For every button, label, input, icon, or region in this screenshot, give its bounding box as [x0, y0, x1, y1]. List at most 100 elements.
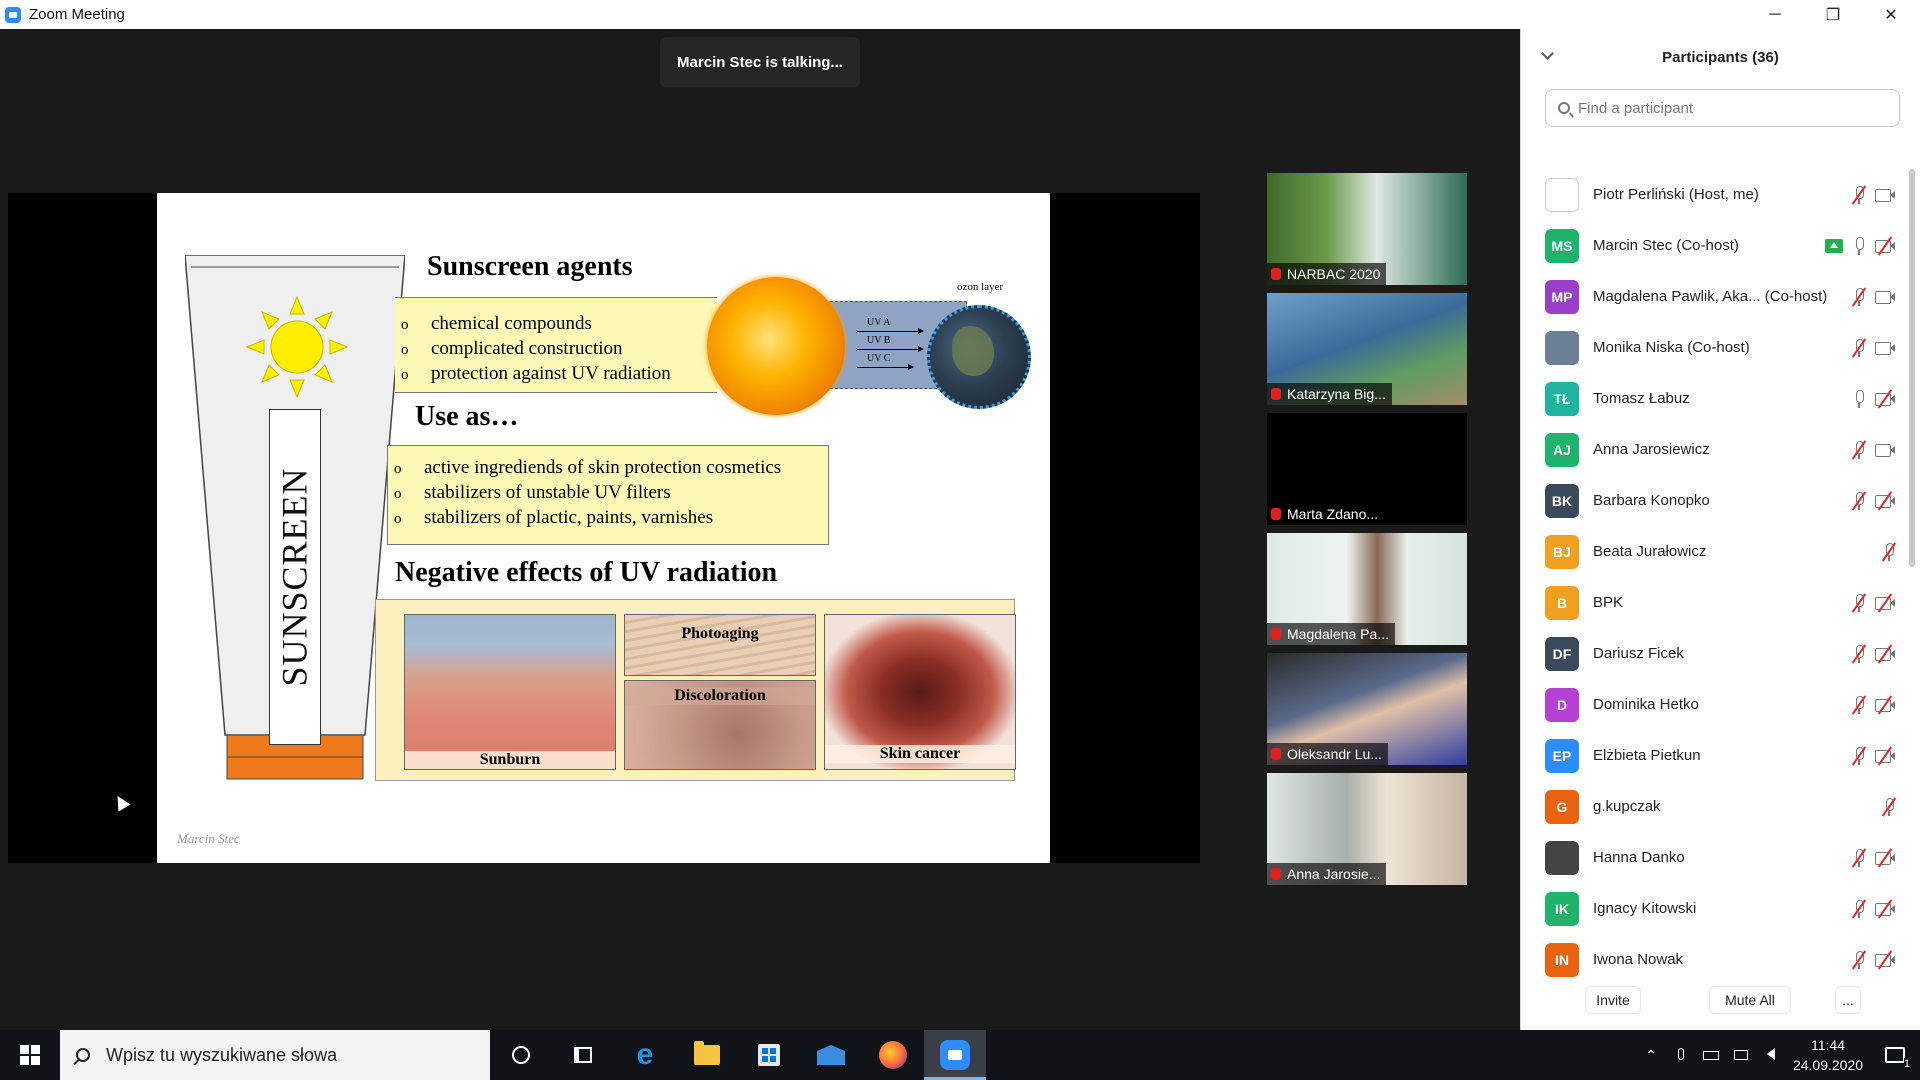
participant-row[interactable]: IK Ignacy Kitowski	[1521, 883, 1907, 934]
minimize-button[interactable]: ─	[1746, 0, 1804, 29]
notification-center-button[interactable]: 1	[1870, 1030, 1920, 1080]
uv-c-label: UV C	[867, 353, 891, 364]
muted-microphone-icon[interactable]	[1851, 439, 1867, 460]
muted-microphone-icon[interactable]	[1851, 490, 1867, 511]
mute-all-button[interactable]: Mute All	[1709, 986, 1791, 1014]
muted-microphone-icon[interactable]	[1851, 847, 1867, 868]
participant-row[interactable]: D Dominika Hetko	[1521, 679, 1907, 730]
edge-button[interactable]: e	[614, 1030, 676, 1080]
muted-microphone-icon[interactable]	[1851, 286, 1867, 307]
author-signature: Marcin Stec	[177, 831, 240, 846]
participant-status-icons	[1851, 577, 1895, 628]
uv-arrow	[857, 328, 924, 334]
clock[interactable]: 11:44 24.09.2020	[1786, 1035, 1870, 1075]
video-thumbnail[interactable]: Marta Zdano...	[1267, 413, 1467, 525]
participant-name: Magdalena Pawlik, Aka... (Co-host)	[1593, 288, 1828, 305]
firefox-button[interactable]	[862, 1030, 924, 1080]
muted-microphone-icon[interactable]	[1851, 949, 1867, 970]
muted-microphone-icon[interactable]	[1851, 694, 1867, 715]
negative-effects-box: Sunburn Photoaging Discoloration Skin ca…	[375, 599, 1016, 781]
file-explorer-button[interactable]	[676, 1030, 738, 1080]
participant-row[interactable]: AJ Anna Jarosiewicz	[1521, 424, 1907, 475]
microphone-icon[interactable]	[1853, 389, 1865, 408]
participant-search-input[interactable]	[1578, 99, 1878, 117]
thumbnail-name-tag: Oleksandr Lu...	[1267, 743, 1388, 765]
muted-microphone-icon[interactable]	[1881, 796, 1897, 817]
heading-sunscreen-agents: Sunscreen agents	[427, 251, 633, 282]
muted-microphone-icon[interactable]	[1851, 337, 1867, 358]
taskbar-search-placeholder: Wpisz tu wyszukiwane słowa	[106, 1044, 338, 1065]
cortana-icon	[512, 1046, 530, 1064]
screen-share-view[interactable]: SUNSCREEN Sunscreen agents chemical comp…	[8, 193, 1200, 863]
video-off-icon	[1875, 949, 1895, 970]
cortana-button[interactable]	[490, 1030, 552, 1080]
task-view-button[interactable]	[552, 1030, 614, 1080]
muted-mic-icon	[1271, 268, 1281, 280]
participant-name: Tomasz Łabuz	[1593, 390, 1690, 407]
zoom-taskbar-button[interactable]	[924, 1030, 986, 1080]
thumbnail-name: Magdalena Pa...	[1287, 626, 1389, 642]
participant-row[interactable]: TŁ Tomasz Łabuz	[1521, 373, 1907, 424]
participant-search[interactable]	[1545, 89, 1900, 127]
avatar: B	[1545, 585, 1579, 620]
muted-microphone-icon[interactable]	[1851, 898, 1867, 919]
close-button[interactable]: ✕	[1862, 0, 1920, 29]
agents-item: chemical compounds	[401, 312, 717, 337]
network-icon[interactable]	[1726, 1047, 1756, 1063]
participant-row[interactable]: BJ Beata Jurałowicz	[1521, 526, 1907, 577]
avatar	[1545, 177, 1579, 212]
mail-button[interactable]	[800, 1030, 862, 1080]
muted-microphone-icon[interactable]	[1851, 184, 1867, 205]
store-button[interactable]	[738, 1030, 800, 1080]
participant-row[interactable]: IN Iwona Nowak	[1521, 934, 1907, 985]
battery-icon[interactable]	[1696, 1047, 1726, 1063]
screen-share-icon	[1825, 238, 1843, 253]
taskbar-search[interactable]: Wpisz tu wyszukiwane słowa	[60, 1030, 490, 1080]
restore-button[interactable]: ❐	[1804, 0, 1862, 29]
participant-name: Barbara Konopko	[1593, 492, 1710, 509]
microphone-icon[interactable]	[1853, 236, 1865, 255]
skin-cancer-image: Skin cancer	[824, 614, 1016, 770]
thumbnail-name-tag: Magdalena Pa...	[1267, 623, 1395, 645]
participant-row[interactable]: Gg.kupczak	[1521, 781, 1907, 832]
participant-row[interactable]: Piotr Perliński (Host, me)	[1521, 169, 1907, 220]
participant-name: Piotr Perliński (Host, me)	[1593, 186, 1759, 203]
clock-time: 11:44	[1811, 1037, 1845, 1053]
participant-row[interactable]: Monika Niska (Co-host)	[1521, 322, 1907, 373]
participant-row[interactable]: DF Dariusz Ficek	[1521, 628, 1907, 679]
video-thumbnail[interactable]: Anna Jarosie...	[1267, 773, 1467, 885]
participant-row[interactable]: BK Barbara Konopko	[1521, 475, 1907, 526]
heading-negative-effects: Negative effects of UV radiation	[395, 557, 778, 588]
participant-name: Monika Niska (Co-host)	[1593, 339, 1750, 356]
participants-footer: Invite Mute All ...	[1521, 986, 1920, 1014]
avatar: BJ	[1545, 534, 1579, 569]
video-off-icon	[1875, 694, 1895, 715]
microphone-icon[interactable]	[1666, 1047, 1696, 1063]
participant-row[interactable]: MP Magdalena Pawlik, Aka... (Co-host)	[1521, 271, 1907, 322]
participant-status-icons	[1853, 373, 1895, 424]
video-off-icon	[1875, 643, 1895, 664]
start-button[interactable]	[0, 1030, 60, 1080]
video-thumbnail[interactable]: Katarzyna Big...	[1267, 293, 1467, 405]
muted-microphone-icon[interactable]	[1851, 745, 1867, 766]
muted-microphone-icon[interactable]	[1851, 643, 1867, 664]
volume-icon[interactable]	[1756, 1047, 1786, 1063]
participant-row[interactable]: EP Elżbieta Pietkun	[1521, 730, 1907, 781]
chevron-up-icon[interactable]: ⌃	[1636, 1047, 1666, 1064]
chevron-down-icon[interactable]	[1541, 47, 1554, 60]
more-options-button[interactable]: ...	[1835, 986, 1861, 1014]
participant-row[interactable]: B BPK	[1521, 577, 1907, 628]
system-tray: ⌃ 11:44 24.09.2020 1	[1636, 1030, 1920, 1080]
video-thumbnail[interactable]: Oleksandr Lu...	[1267, 653, 1467, 765]
video-thumbnail[interactable]: Magdalena Pa...	[1267, 533, 1467, 645]
muted-microphone-icon[interactable]	[1881, 541, 1897, 562]
participants-scrollbar[interactable]	[1909, 169, 1915, 567]
invite-button[interactable]: Invite	[1585, 986, 1641, 1014]
avatar: MS	[1545, 228, 1579, 263]
tube-label-text: SUNSCREEN	[275, 467, 316, 687]
participant-row[interactable]: MS Marcin Stec (Co-host)	[1521, 220, 1907, 271]
muted-microphone-icon[interactable]	[1851, 592, 1867, 613]
participant-row[interactable]: Hanna Danko	[1521, 832, 1907, 883]
avatar: DF	[1545, 636, 1579, 671]
video-thumbnail[interactable]: NARBAC 2020	[1267, 173, 1467, 285]
